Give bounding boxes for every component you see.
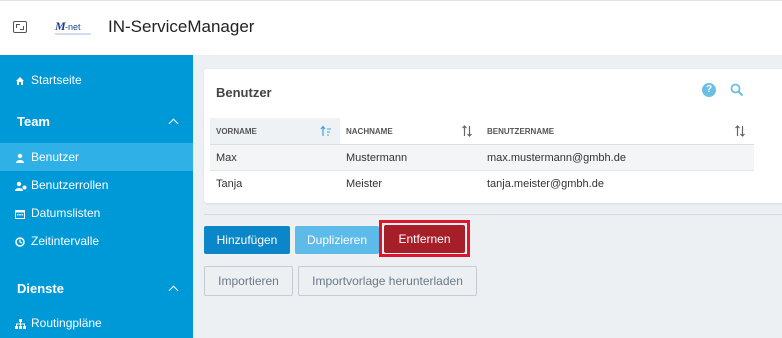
table-row[interactable]: Max Mustermann max.mustermann@gmbh.de [210, 144, 754, 171]
sidebar-item-startseite[interactable]: Startseite [0, 66, 193, 94]
sidebar-item-label: Benutzer [31, 150, 80, 164]
sidebar-item-benutzerrollen[interactable]: Benutzerrollen [0, 171, 193, 199]
sidebar-item-routingplaene[interactable]: Routingpläne [0, 309, 193, 337]
cell-vorname: Tanja [216, 177, 243, 190]
cell-vorname: Max [210, 144, 340, 171]
table-row[interactable]: Tanja Meister tanja.meister@gmbh.de [210, 171, 754, 197]
user-roles-icon [15, 180, 27, 191]
divider [204, 214, 782, 215]
duplicate-button[interactable]: Duplizieren [295, 226, 379, 254]
mnet-logo: M -net [55, 19, 91, 35]
add-button[interactable]: Hinzufügen [204, 226, 290, 254]
cell-benutzername: max.mustermann@gmbh.de [481, 144, 754, 171]
card-title: Benutzer [216, 85, 272, 100]
top-bar: M -net IN-ServiceManager [0, 0, 782, 56]
users-table: VORNAME NACHNAME BENUTZERNAME Max Muster… [210, 118, 754, 196]
calendar-icon [15, 208, 25, 219]
sort-ascending-icon[interactable] [320, 125, 332, 137]
sidebar-item-label: Startseite [31, 73, 82, 87]
expand-icon[interactable] [13, 21, 27, 33]
help-icon[interactable]: ? [702, 83, 716, 97]
sidebar-item-datumslisten[interactable]: Datumslisten [0, 199, 193, 227]
cell-nachname: Meister [346, 177, 383, 190]
column-header-label: BENUTZERNAME [487, 126, 555, 136]
sidebar-item-label: Zeitintervalle [31, 234, 100, 248]
sidebar-section-dienste[interactable]: Dienste [0, 273, 193, 303]
chevron-up-icon [168, 285, 179, 295]
users-card: Benutzer ? VORNAME NACHNAME BENUTZERNAME… [204, 69, 782, 203]
download-template-button[interactable]: Importvorlage herunterladen [298, 266, 477, 296]
remove-button[interactable]: Entfernen [384, 225, 465, 253]
svg-text:-net: -net [65, 22, 81, 32]
sidebar-item-label: Benutzerrollen [31, 178, 109, 192]
home-icon [15, 75, 25, 85]
sidebar-section-label: Team [17, 113, 50, 129]
user-icon [15, 152, 25, 163]
main-content: Benutzer ? VORNAME NACHNAME BENUTZERNAME… [193, 55, 782, 338]
column-header-nachname[interactable]: NACHNAME [340, 118, 481, 145]
sitemap-icon [15, 318, 26, 329]
column-header-label: NACHNAME [346, 126, 393, 136]
chevron-up-icon [168, 118, 179, 128]
import-button[interactable]: Importieren [204, 266, 293, 296]
sidebar-section-label: Dienste [17, 280, 64, 296]
sidebar-section-team[interactable]: Team [0, 106, 193, 136]
column-header-vorname[interactable]: VORNAME [210, 118, 340, 145]
sort-icon[interactable] [461, 125, 473, 137]
search-icon[interactable] [730, 83, 744, 97]
sidebar-item-label: Routingpläne [31, 316, 102, 330]
sidebar-item-benutzer[interactable]: Benutzer [0, 143, 193, 171]
sidebar-item-label: Datumslisten [31, 206, 101, 220]
sidebar-item-zeitintervalle[interactable]: Zeitintervalle [0, 227, 193, 255]
sidebar: Startseite Team Benutzer Benutzerrollen … [0, 55, 193, 338]
cell-benutzername: tanja.meister@gmbh.de [487, 177, 604, 190]
column-header-label: VORNAME [216, 126, 257, 136]
clock-icon [15, 236, 25, 247]
app-title: IN-ServiceManager [108, 17, 255, 36]
cell-nachname: Mustermann [340, 144, 481, 171]
sort-icon[interactable] [734, 125, 746, 137]
column-header-benutzername[interactable]: BENUTZERNAME [481, 118, 754, 145]
